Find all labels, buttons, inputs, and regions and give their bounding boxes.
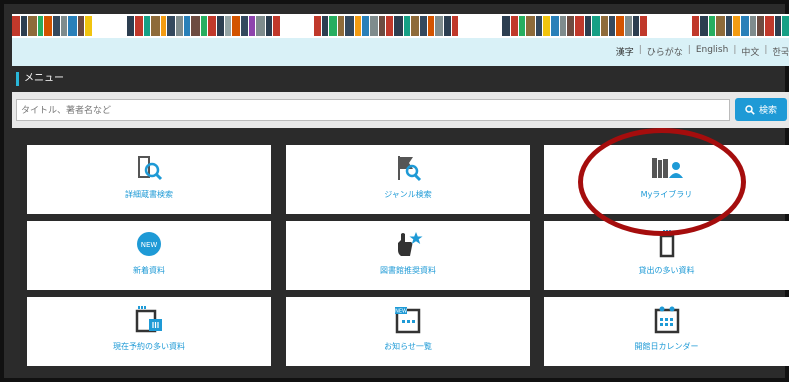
- bookshelf-group: [12, 16, 93, 36]
- tile-calendar[interactable]: 開館日カレンダー: [544, 297, 789, 366]
- menu-title: メニュー: [16, 72, 64, 86]
- tile-label: 詳細蔵書検索: [125, 190, 173, 199]
- recommend-icon: [391, 229, 425, 259]
- tile-notice-list[interactable]: NEW お知らせ一覧: [286, 297, 530, 366]
- tile-recommended[interactable]: 図書館推奨資料: [286, 221, 530, 290]
- language-switcher: 漢字 | ひらがな | English | 中文 | 한국: [616, 45, 789, 58]
- lang-english-link[interactable]: English: [696, 45, 729, 58]
- calendar-icon: [650, 305, 684, 335]
- tile-popular-reservation[interactable]: 現在予約の多い資料: [27, 297, 271, 366]
- tile-label: ジャンル検索: [384, 190, 432, 199]
- lang-separator: |: [687, 45, 691, 55]
- genre-search-icon: [391, 153, 425, 183]
- lang-kanji-link[interactable]: 漢字: [616, 45, 634, 58]
- tile-label: お知らせ一覧: [384, 342, 432, 351]
- svg-text:NEW: NEW: [395, 309, 407, 315]
- lang-korean-link[interactable]: 한국: [772, 45, 789, 58]
- lang-separator: |: [764, 45, 768, 55]
- search-button[interactable]: 検索: [735, 98, 787, 121]
- detailed-search-icon: [132, 153, 166, 183]
- header-band: 漢字 | ひらがな | English | 中文 | 한국: [12, 38, 789, 66]
- tile-label: 貸出の多い資料: [638, 266, 695, 275]
- bookshelf-group: [692, 16, 789, 36]
- tile-label: 新着資料: [133, 266, 165, 275]
- lang-chinese-link[interactable]: 中文: [741, 45, 759, 58]
- search-icon: [745, 104, 755, 115]
- tile-genre-search[interactable]: ジャンル検索: [286, 145, 530, 214]
- tile-new-arrivals[interactable]: NEW 新着資料: [27, 221, 271, 290]
- tile-detailed-search[interactable]: 詳細蔵書検索: [27, 145, 271, 214]
- search-button-label: 検索: [758, 106, 777, 116]
- bookshelf-group: [502, 16, 648, 36]
- bookshelf-group: [314, 16, 459, 36]
- bookshelf-group: [127, 16, 281, 36]
- search-input[interactable]: [16, 99, 730, 121]
- notice-list-icon: NEW: [391, 305, 425, 335]
- highlight-circle: [578, 128, 746, 236]
- bookshelf-banner: [12, 14, 789, 38]
- svg-text:NEW: NEW: [141, 241, 158, 249]
- lang-separator: |: [733, 45, 737, 55]
- new-badge-icon: NEW: [132, 229, 166, 259]
- tile-label: 現在予約の多い資料: [113, 342, 185, 351]
- lang-hiragana-link[interactable]: ひらがな: [647, 45, 683, 58]
- tile-label: 開館日カレンダー: [634, 342, 699, 351]
- tile-label: 図書館推奨資料: [380, 266, 436, 275]
- lang-separator: |: [638, 45, 642, 55]
- popular-reservation-icon: [132, 305, 166, 335]
